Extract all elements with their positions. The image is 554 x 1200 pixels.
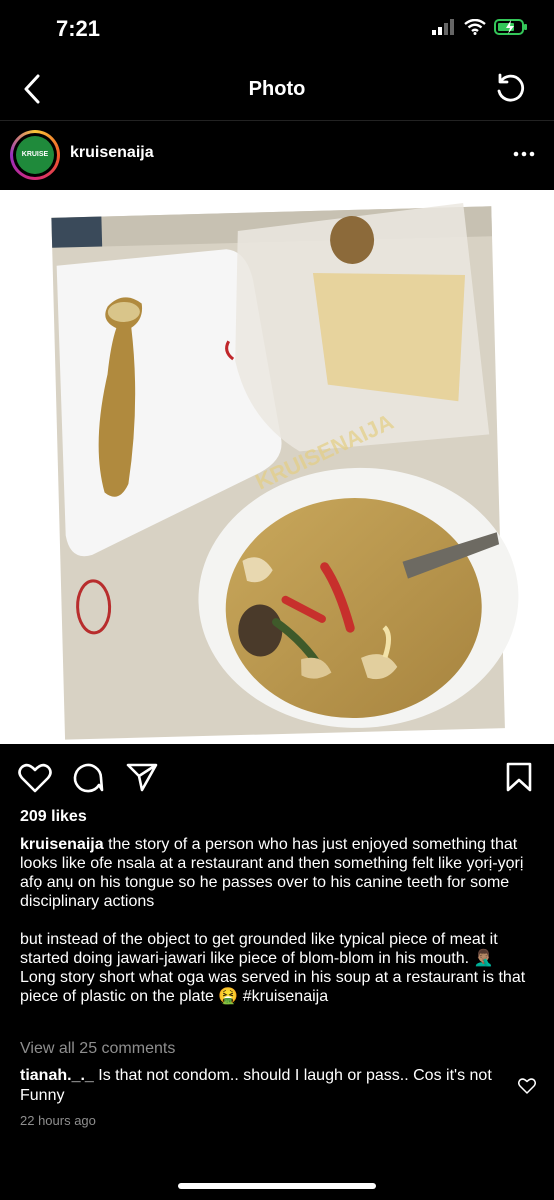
battery-charging-icon <box>494 19 527 35</box>
like-heart-icon[interactable] <box>18 763 52 793</box>
caption-paragraph-2: but instead of the object to get grounde… <box>20 931 498 967</box>
comment-like-heart-icon[interactable] <box>518 1077 536 1095</box>
post-timestamp: 22 hours ago <box>20 1113 96 1128</box>
caption-username[interactable]: kruisenaija <box>20 836 104 853</box>
status-bar: 7:21 <box>0 0 554 60</box>
avatar-logo: KRUISE <box>16 136 54 174</box>
nav-bar: Photo <box>0 60 554 120</box>
comment-username[interactable]: tianah._._ <box>20 1067 94 1084</box>
post-header: KRUISE kruisenaija <box>0 122 554 188</box>
cellular-signal-icon <box>432 19 454 35</box>
post-photo[interactable]: KRUISENAIJA <box>0 190 554 744</box>
view-all-comments-link[interactable]: View all 25 comments <box>20 1040 175 1058</box>
status-icons <box>432 18 528 36</box>
header-divider <box>0 120 554 121</box>
home-indicator[interactable] <box>178 1183 376 1189</box>
bookmark-icon[interactable] <box>506 762 532 792</box>
comment-icon[interactable] <box>72 761 104 793</box>
like-count[interactable]: 209 likes <box>20 808 87 826</box>
wifi-icon <box>464 19 486 35</box>
share-send-icon[interactable] <box>126 762 158 792</box>
avatar[interactable]: KRUISE <box>10 130 60 180</box>
more-options-icon[interactable] <box>512 142 536 166</box>
post-caption: kruisenaija the story of a person who ha… <box>20 835 532 1006</box>
caption-paragraph-3: Long story short what oga was served in … <box>20 969 526 1005</box>
status-time: 7:21 <box>56 16 101 41</box>
page-title: Photo <box>248 78 306 100</box>
refresh-icon[interactable] <box>494 72 528 106</box>
food-photo-illustration: KRUISENAIJA <box>51 203 519 740</box>
comment-item: tianah._._ Is that not condom.. should I… <box>20 1066 510 1106</box>
post-actions <box>0 745 554 805</box>
post-username[interactable]: kruisenaija <box>70 144 154 162</box>
